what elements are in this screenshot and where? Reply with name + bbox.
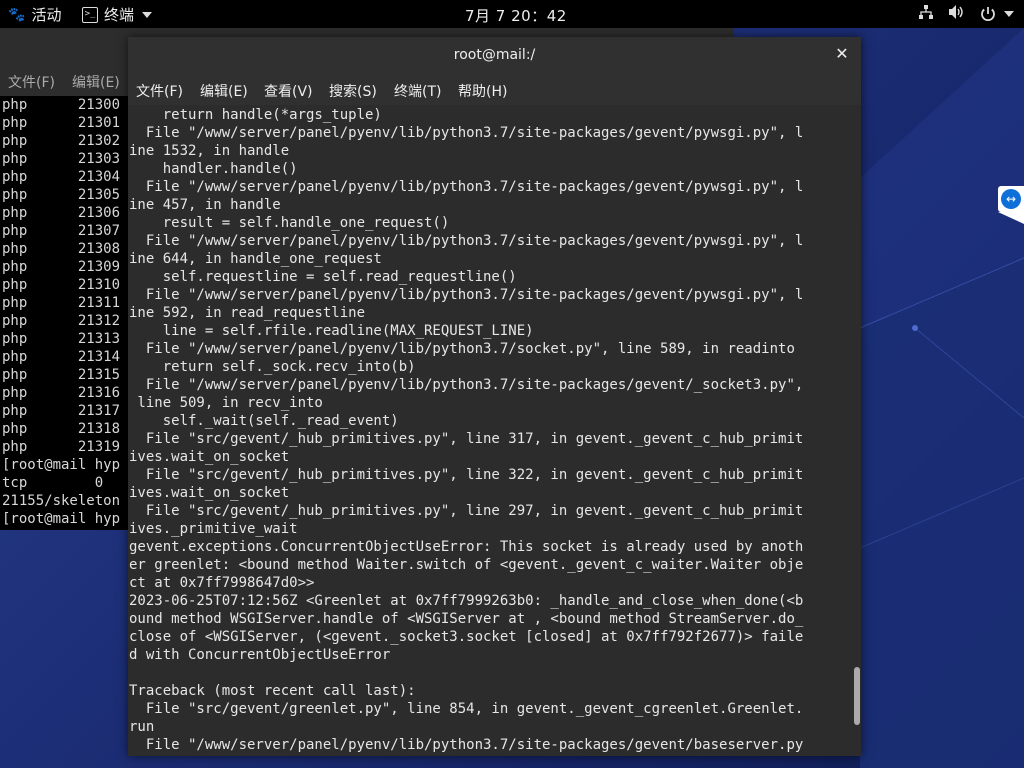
terminal-line: php 21306 <box>2 205 121 221</box>
teamviewer-widget[interactable] <box>998 186 1024 236</box>
background-terminal-output: php 21300 php 21301 php 21302 php 21303 … <box>2 96 120 528</box>
terminal-scrollbar[interactable] <box>853 105 861 756</box>
terminal-line: php 21307 <box>2 223 121 239</box>
bg-menu-edit[interactable]: 编辑(E) <box>72 72 120 92</box>
terminal-line: [root@mail hyp <box>2 511 121 527</box>
terminal-line: php 21315 <box>2 367 121 383</box>
terminal-line: tcp 0 <box>2 475 104 491</box>
terminal-output: return handle(*args_tuple) File "/www/se… <box>129 107 804 753</box>
terminal-line: php 21310 <box>2 277 121 293</box>
volume-icon <box>948 4 966 24</box>
terminal-app-icon: >_ <box>82 6 98 23</box>
chevron-down-icon <box>142 11 153 18</box>
menu-help[interactable]: 帮助(H) <box>458 81 507 101</box>
clock[interactable]: 7月 7 20：42 <box>465 5 567 26</box>
menu-view[interactable]: 查看(V) <box>264 81 313 101</box>
terminal-line: [root@mail hyp <box>2 457 121 473</box>
menu-search[interactable]: 搜索(S) <box>329 81 377 101</box>
menu-file[interactable]: 文件(F) <box>136 81 183 101</box>
terminal-line: php 21303 <box>2 151 121 167</box>
gnome-foot-icon: 🐾 <box>8 6 26 23</box>
terminal-window[interactable]: root@mail:/ ✕ 文件(F) 编辑(E) 查看(V) 搜索(S) 终端… <box>128 37 861 756</box>
bg-menu-file[interactable]: 文件(F) <box>8 72 55 92</box>
chevron-down-icon <box>1004 11 1014 17</box>
terminal-line: php 21313 <box>2 331 121 347</box>
terminal-line: php 21304 <box>2 169 121 185</box>
terminal-line: php 21301 <box>2 115 121 131</box>
app-menu-label: 终端 <box>104 6 135 24</box>
menu-edit[interactable]: 编辑(E) <box>200 81 248 101</box>
menu-bar: 文件(F) 编辑(E) 查看(V) 搜索(S) 终端(T) 帮助(H) <box>128 75 861 105</box>
terminal-line: php 21305 <box>2 187 121 203</box>
terminal-line: php 21309 <box>2 259 121 275</box>
activities-button[interactable]: 🐾 活动 <box>8 4 61 25</box>
terminal-line: php 21318 <box>2 421 121 437</box>
terminal-line: php 21316 <box>2 385 121 401</box>
network-icon <box>918 4 934 24</box>
terminal-line: php 21317 <box>2 403 121 419</box>
teamviewer-icon[interactable] <box>998 186 1024 212</box>
window-titlebar[interactable]: root@mail:/ ✕ <box>128 37 861 75</box>
close-icon[interactable]: ✕ <box>833 45 851 63</box>
terminal-screen[interactable]: return handle(*args_tuple) File "/www/se… <box>128 105 853 756</box>
terminal-line: 21155/skeleton <box>2 493 121 509</box>
terminal-line: php 21311 <box>2 295 121 311</box>
terminal-line: php 21300 <box>2 97 121 113</box>
terminal-line: php 21314 <box>2 349 121 365</box>
system-tray[interactable] <box>918 4 1014 24</box>
power-icon <box>980 6 1014 22</box>
activities-label: 活动 <box>31 6 62 24</box>
terminal-line: php 21319 <box>2 439 121 455</box>
menu-terminal[interactable]: 终端(T) <box>394 81 441 101</box>
top-bar: 🐾 活动 >_ 终端 7月 7 20：42 <box>0 0 1024 28</box>
terminal-line: php 21312 <box>2 313 121 329</box>
scrollbar-thumb[interactable] <box>854 667 860 725</box>
window-title: root@mail:/ <box>453 47 536 63</box>
terminal-line: php 21308 <box>2 241 121 257</box>
terminal-line: php 21302 <box>2 133 121 149</box>
teamviewer-tab-tail <box>998 212 1024 224</box>
app-menu-button[interactable]: >_ 终端 <box>82 4 153 25</box>
